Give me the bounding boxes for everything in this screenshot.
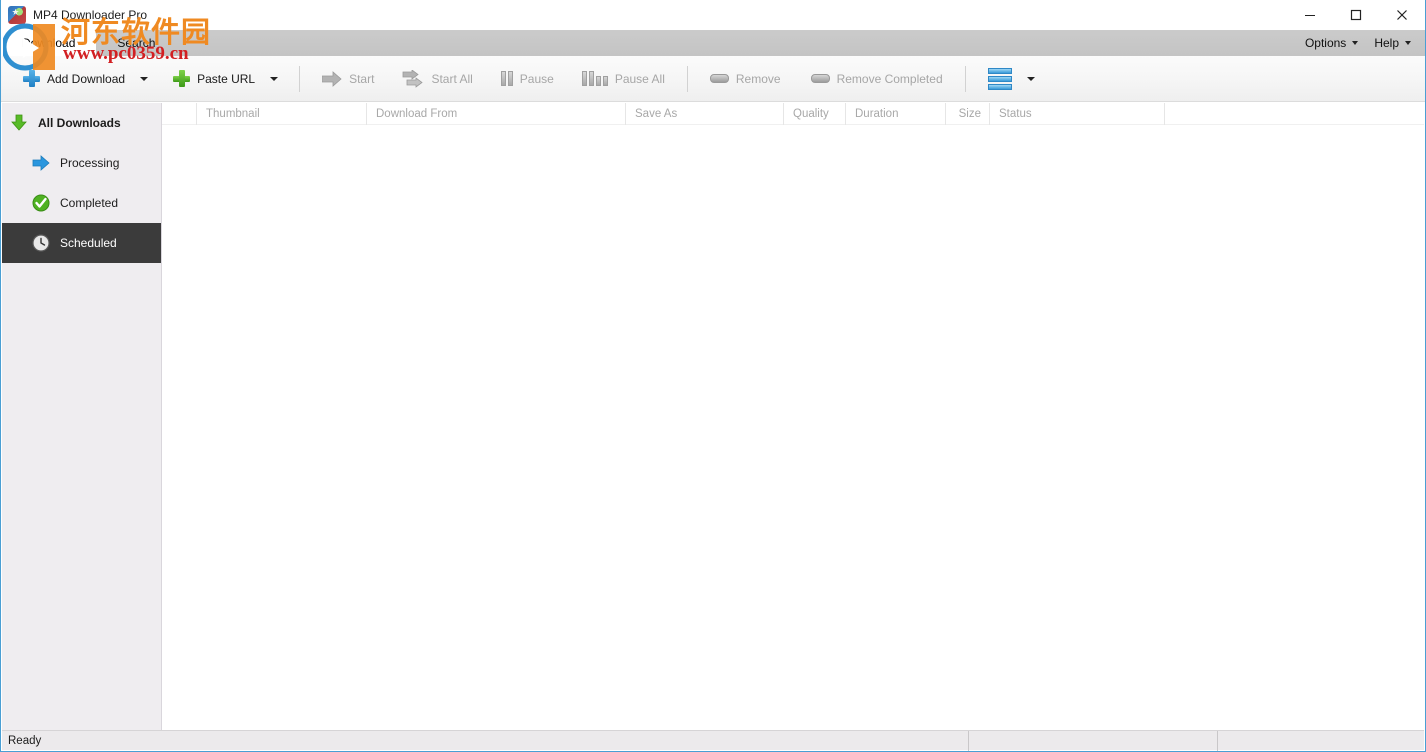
paste-url-button[interactable]: Paste URL <box>165 62 263 96</box>
view-mode-dropdown[interactable] <box>1020 62 1042 96</box>
sidebar-item-processing[interactable]: Processing <box>2 143 161 183</box>
start-label: Start <box>349 73 374 85</box>
column-download-from[interactable]: Download From <box>366 103 625 125</box>
sidebar-item-all-downloads[interactable]: All Downloads <box>2 103 161 143</box>
maximize-icon <box>1350 9 1362 21</box>
menu-options-label: Options <box>1305 36 1346 50</box>
status-message: Ready <box>8 735 41 747</box>
column-duration[interactable]: Duration <box>845 103 945 125</box>
status-message-cell: Ready <box>2 731 968 751</box>
start-arrow-icon <box>322 71 342 87</box>
menu-help-label: Help <box>1374 36 1399 50</box>
column-size-label: Size <box>959 108 981 120</box>
clock-icon <box>32 234 50 252</box>
remove-completed-button[interactable]: Remove Completed <box>803 62 951 96</box>
tab-download[interactable]: Download <box>1 30 96 56</box>
minimize-button[interactable] <box>1287 0 1333 30</box>
status-bar: Ready <box>2 730 1424 750</box>
paste-url-dropdown[interactable] <box>263 62 285 96</box>
sidebar-item-scheduled-label: Scheduled <box>60 236 117 250</box>
column-status[interactable]: Status <box>989 103 1164 125</box>
plus-icon <box>173 70 190 87</box>
tab-search-label: Search <box>117 36 155 50</box>
download-arrow-icon <box>10 114 28 132</box>
plus-icon <box>23 70 40 87</box>
pause-all-label: Pause All <box>615 73 665 85</box>
start-button[interactable]: Start <box>314 62 382 96</box>
window-controls <box>1287 0 1425 30</box>
toolbar-separator <box>299 66 300 92</box>
pause-label: Pause <box>520 73 554 85</box>
app-window: MP4 Downloader Pro <box>0 0 1426 752</box>
remove-button[interactable]: Remove <box>702 62 789 96</box>
title-bar: MP4 Downloader Pro <box>1 0 1425 30</box>
toolbar: Add Download Paste URL Start Start All <box>1 56 1425 102</box>
remove-completed-icon <box>811 74 830 83</box>
maximize-button[interactable] <box>1333 0 1379 30</box>
column-thumbnail[interactable]: Thumbnail <box>196 103 366 125</box>
menu-help[interactable]: Help <box>1368 30 1417 56</box>
chevron-down-icon <box>270 77 278 81</box>
start-all-button[interactable]: Start All <box>394 62 480 96</box>
close-icon <box>1396 9 1408 21</box>
pause-button[interactable]: Pause <box>493 62 562 96</box>
start-all-arrows-icon <box>402 70 424 88</box>
remove-completed-label: Remove Completed <box>837 73 943 85</box>
view-mode-button[interactable] <box>980 62 1020 96</box>
menu-options[interactable]: Options <box>1299 30 1364 56</box>
chevron-down-icon <box>1352 41 1358 45</box>
chevron-down-icon <box>1405 41 1411 45</box>
remove-icon <box>710 74 729 83</box>
window-title: MP4 Downloader Pro <box>33 8 147 22</box>
sidebar-item-completed-label: Completed <box>60 196 118 210</box>
pause-all-icon <box>582 71 608 86</box>
sidebar-item-all-downloads-label: All Downloads <box>38 116 121 130</box>
column-download-from-label: Download From <box>376 108 457 120</box>
remove-label: Remove <box>736 73 781 85</box>
list-column-header: Thumbnail Download From Save As Quality … <box>162 103 1424 125</box>
tab-download-label: Download <box>22 36 75 50</box>
sidebar: All Downloads Processing Completed Sched… <box>2 103 162 730</box>
toolbar-separator <box>687 66 688 92</box>
column-save-as-label: Save As <box>635 108 677 120</box>
sidebar-item-completed[interactable]: Completed <box>2 183 161 223</box>
column-size[interactable]: Size <box>945 103 989 125</box>
status-cell-3 <box>1217 731 1424 751</box>
column-status-label: Status <box>999 108 1032 120</box>
tab-bar: Download Search <box>1 30 176 56</box>
download-list-panel: Thumbnail Download From Save As Quality … <box>162 103 1424 730</box>
sidebar-item-processing-label: Processing <box>60 156 119 170</box>
pause-icon <box>501 71 513 86</box>
column-quality[interactable]: Quality <box>783 103 845 125</box>
chevron-down-icon <box>1027 77 1035 81</box>
view-list-icon <box>988 68 1012 90</box>
start-all-label: Start All <box>431 73 472 85</box>
close-button[interactable] <box>1379 0 1425 30</box>
add-download-button[interactable]: Add Download <box>15 62 133 96</box>
chevron-down-icon <box>140 77 148 81</box>
column-save-as[interactable]: Save As <box>625 103 783 125</box>
sidebar-item-scheduled[interactable]: Scheduled <box>2 223 161 263</box>
download-list-body[interactable] <box>162 125 1424 730</box>
add-download-label: Add Download <box>47 73 125 85</box>
minimize-icon <box>1304 9 1316 21</box>
processing-arrow-icon <box>32 154 50 172</box>
check-circle-icon <box>32 194 50 212</box>
app-icon <box>8 6 26 24</box>
tab-search[interactable]: Search <box>96 30 176 56</box>
toolbar-separator <box>965 66 966 92</box>
column-quality-label: Quality <box>793 108 829 120</box>
column-duration-label: Duration <box>855 108 898 120</box>
status-cell-2 <box>968 731 1217 751</box>
menu-bar: Options Help <box>1299 30 1417 56</box>
add-download-dropdown[interactable] <box>133 62 155 96</box>
column-end-divider <box>1164 103 1174 125</box>
pause-all-button[interactable]: Pause All <box>574 62 673 96</box>
paste-url-label: Paste URL <box>197 73 255 85</box>
column-thumbnail-label: Thumbnail <box>206 108 260 120</box>
menu-strip: Download Search Options Help <box>1 30 1425 56</box>
